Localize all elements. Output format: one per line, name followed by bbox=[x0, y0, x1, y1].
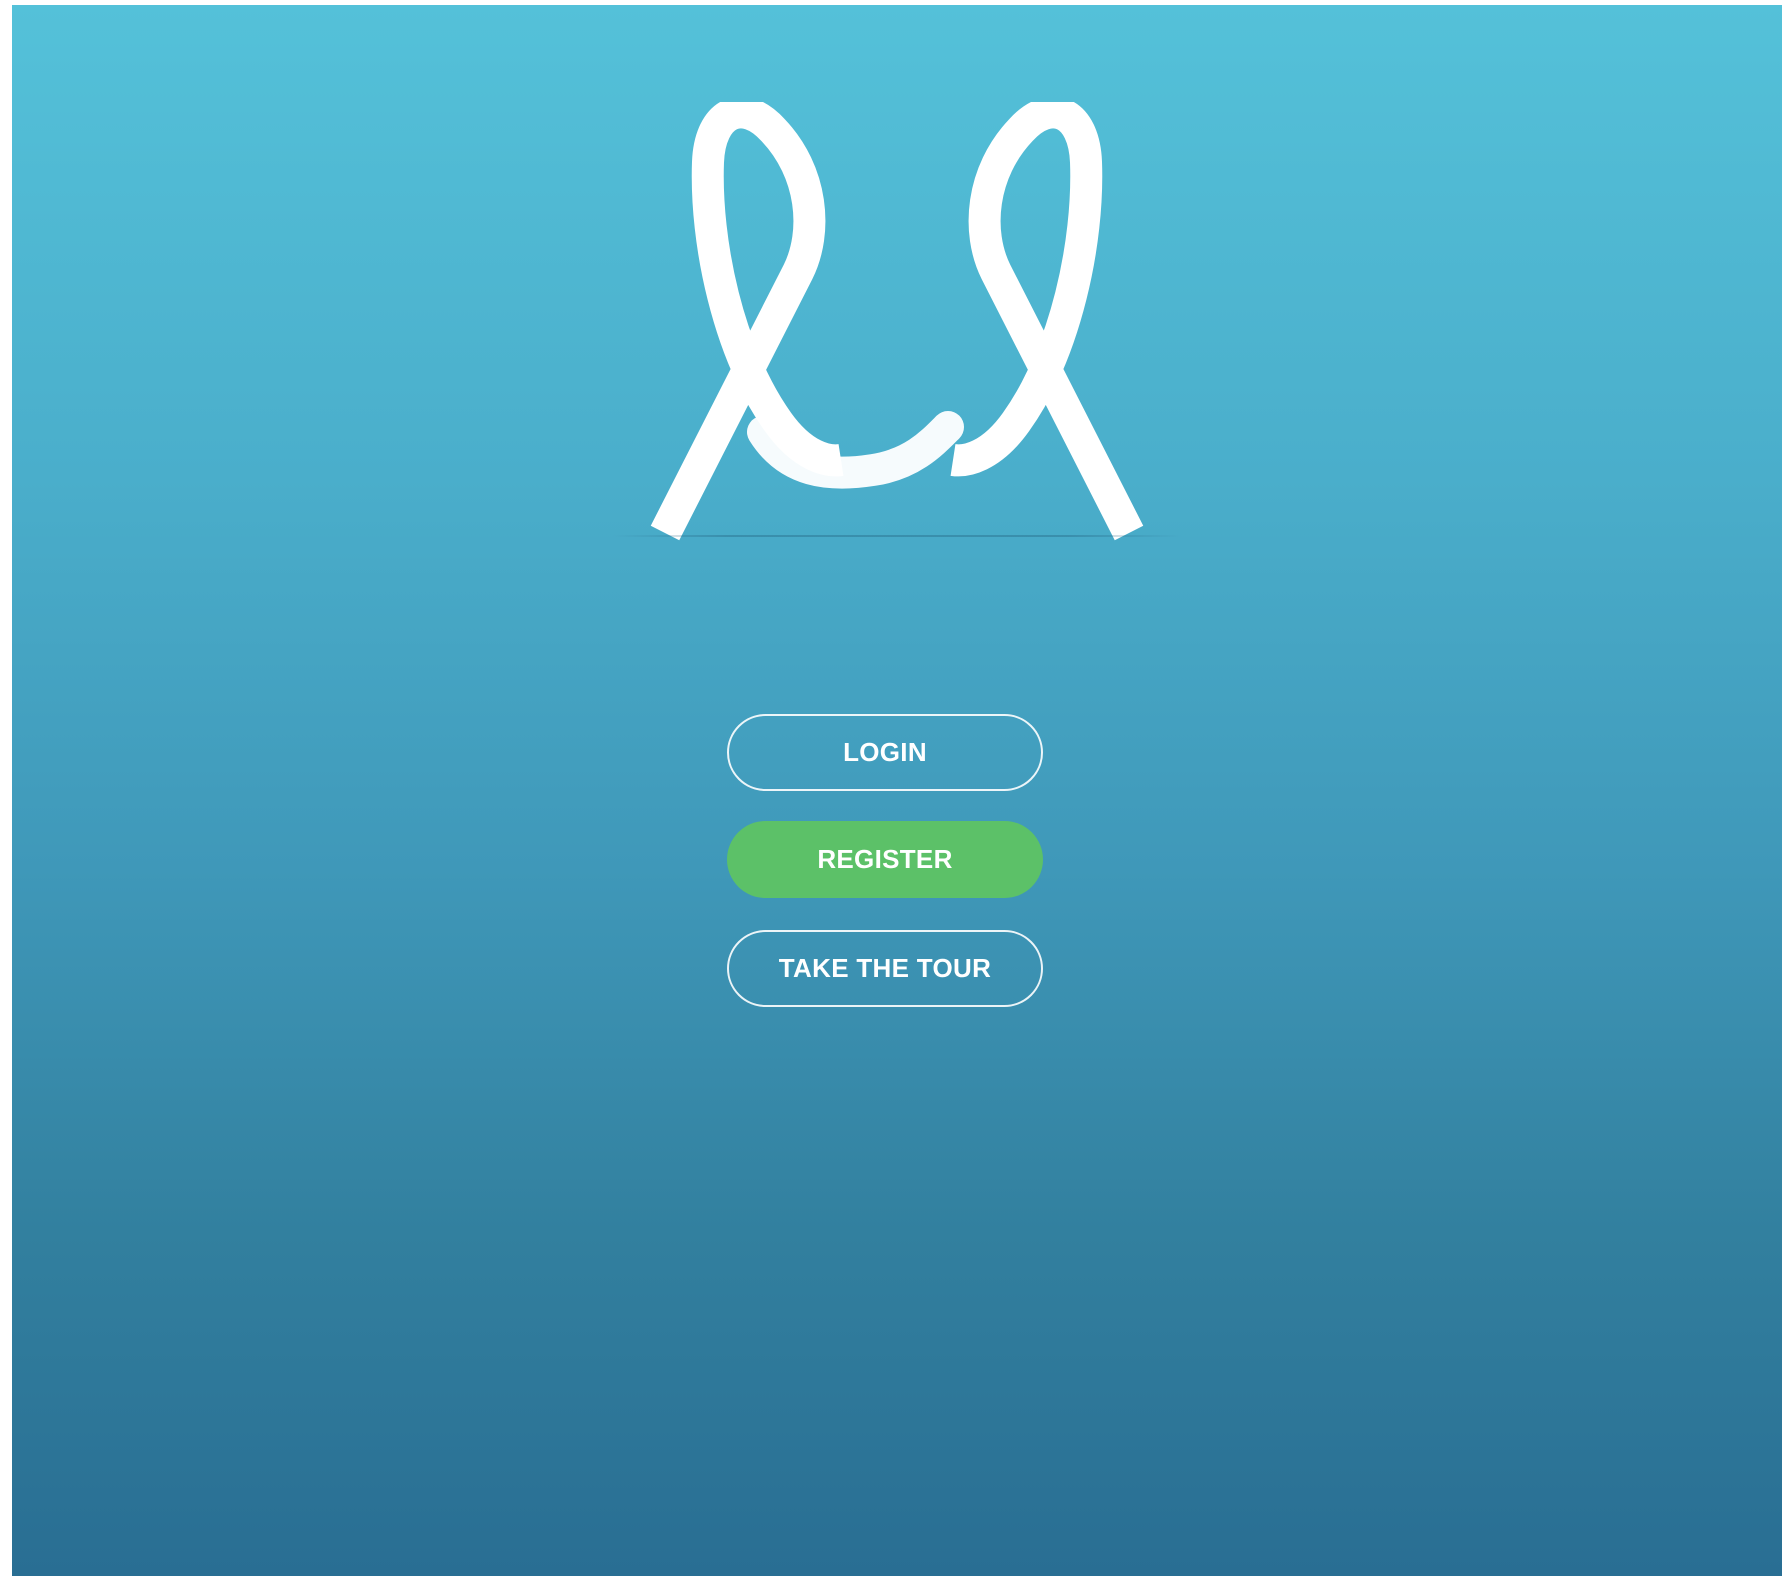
login-button-label: LOGIN bbox=[843, 737, 927, 767]
take-the-tour-button-label: TAKE THE TOUR bbox=[778, 953, 992, 983]
logo-baseline bbox=[612, 535, 1182, 537]
take-the-tour-button[interactable]: TAKE THE TOUR bbox=[727, 930, 1043, 1007]
register-button-label: REGISTER bbox=[817, 844, 953, 874]
register-button[interactable]: REGISTER bbox=[727, 821, 1043, 898]
login-button[interactable]: LOGIN bbox=[727, 714, 1043, 791]
welcome-screen: LOGIN REGISTER TAKE THE TOUR bbox=[12, 5, 1782, 1576]
bunny-ears-logo-icon bbox=[650, 102, 1144, 541]
